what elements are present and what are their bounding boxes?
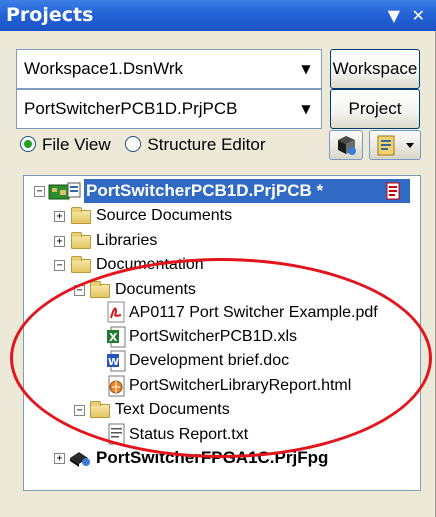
workspace-combo[interactable]: Workspace1.DsnWrk ▼ — [16, 49, 322, 89]
view-mode-radio-group: File View Structure Editor — [20, 135, 276, 161]
text-file-icon — [108, 423, 125, 445]
folder-open-icon — [90, 281, 110, 298]
tree-item-doc-file[interactable]: Development brief.doc — [129, 350, 289, 372]
chevron-down-icon[interactable]: ▼ — [291, 90, 321, 128]
project-combo[interactable]: PortSwitcherPCB1D.PrjPCB ▼ — [16, 89, 322, 129]
structure-editor-radio[interactable]: Structure Editor — [125, 135, 266, 155]
tree-item-fpga-project[interactable]: PortSwitcherFPGA1C.PrjFpg — [96, 447, 328, 469]
word-icon: W — [107, 350, 126, 372]
project-button[interactable]: Project — [330, 89, 420, 129]
tree-item-text-file[interactable]: Status Report.txt — [129, 424, 248, 446]
folder-open-icon — [71, 256, 91, 273]
file-view-radio[interactable]: File View — [20, 135, 111, 155]
chevron-down-icon[interactable]: ▼ — [291, 50, 321, 88]
project-tree[interactable]: − PortSwitcherPCB1D.PrjPCB * + Source Do… — [23, 175, 421, 491]
svg-text:X: X — [109, 331, 118, 344]
tree-item-documents[interactable]: Documents — [115, 279, 196, 301]
folder-icon — [71, 207, 91, 224]
panel-title: Projects — [6, 4, 94, 26]
project-combo-value: PortSwitcherPCB1D.PrjPCB — [24, 99, 238, 118]
document-modified-icon — [386, 182, 400, 200]
tree-item-libraries[interactable]: Libraries — [96, 230, 157, 252]
tree-item-text-documents[interactable]: Text Documents — [115, 399, 230, 421]
expand-icon[interactable]: + — [54, 453, 65, 464]
folder-icon — [71, 232, 91, 249]
excel-icon: X — [107, 326, 126, 348]
pcb-project-icon — [48, 182, 81, 200]
expand-icon[interactable]: + — [54, 236, 65, 247]
tree-item-pdf-file[interactable]: AP0117 Port Switcher Example.pdf — [129, 302, 378, 324]
tree-item-root-project[interactable]: PortSwitcherPCB1D.PrjPCB * — [86, 180, 323, 202]
collapse-icon[interactable]: − — [74, 285, 85, 296]
svg-text:W: W — [108, 357, 119, 368]
pdf-icon — [107, 301, 125, 323]
document-menu-button[interactable] — [369, 130, 421, 160]
workspace-combo-value: Workspace1.DsnWrk — [24, 59, 184, 78]
folder-open-icon — [90, 401, 110, 418]
document-menu-icon — [377, 135, 414, 156]
panel-menu-close-controls[interactable]: ▼ ✕ — [388, 0, 428, 31]
expand-icon[interactable]: + — [54, 211, 65, 222]
project-options-icon — [338, 136, 356, 155]
projects-panel: Projects ▼ ✕ Workspace1.DsnWrk ▼ Workspa… — [0, 0, 436, 517]
fpga-project-icon — [70, 452, 90, 467]
collapse-icon[interactable]: − — [74, 405, 85, 416]
html-icon — [108, 375, 125, 397]
file-view-label: File View — [42, 135, 111, 154]
structure-editor-label: Structure Editor — [147, 135, 266, 154]
tree-item-html-file[interactable]: PortSwitcherLibraryReport.html — [129, 375, 351, 397]
project-options-button[interactable] — [329, 130, 363, 160]
tree-item-xls-file[interactable]: PortSwitcherPCB1D.xls — [129, 326, 297, 348]
tree-item-source-documents[interactable]: Source Documents — [96, 205, 232, 227]
tree-item-documentation[interactable]: Documentation — [96, 254, 204, 276]
collapse-icon[interactable]: − — [54, 260, 65, 271]
panel-title-bar[interactable]: Projects ▼ ✕ — [0, 0, 436, 31]
collapse-icon[interactable]: − — [34, 186, 45, 197]
radio-unselected-icon — [125, 136, 142, 152]
workspace-button[interactable]: Workspace — [330, 49, 420, 89]
radio-selected-icon — [20, 136, 36, 152]
